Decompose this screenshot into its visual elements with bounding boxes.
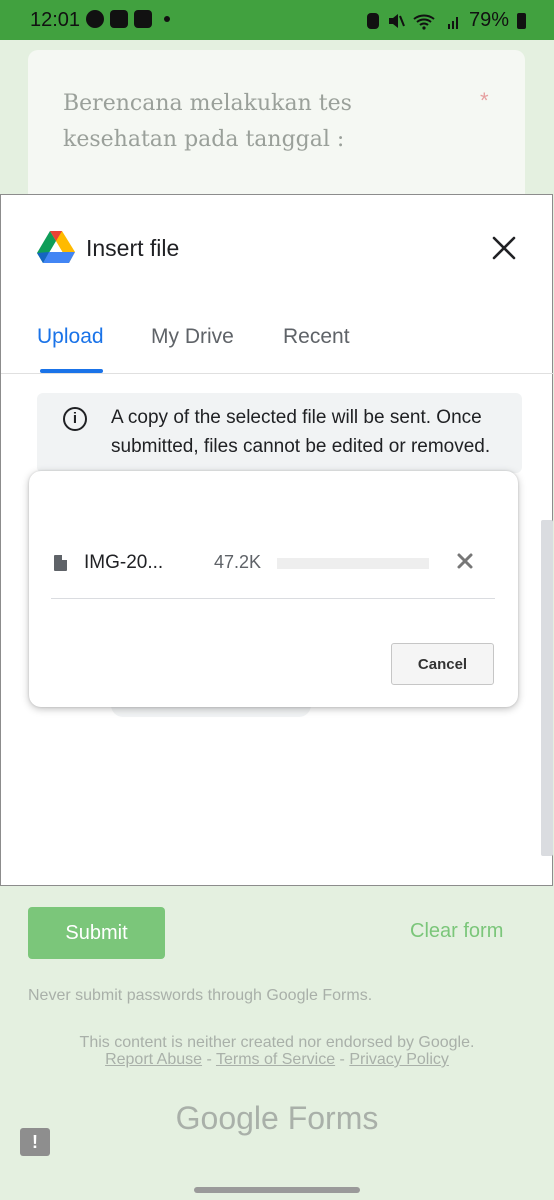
system-icons: 79% [366, 9, 526, 32]
submit-button[interactable]: Submit [28, 907, 165, 959]
link-separator: - [335, 1051, 350, 1068]
battery-icon [517, 12, 526, 29]
close-icon[interactable] [489, 233, 519, 263]
terms-of-service-link[interactable]: Terms of Service [216, 1051, 335, 1068]
privacy-policy-link[interactable]: Privacy Policy [349, 1051, 449, 1068]
home-indicator[interactable] [194, 1187, 360, 1193]
notification-dot-icon [164, 16, 170, 22]
mute-icon [388, 13, 405, 28]
google-forms-logo: Google Forms [175, 1100, 379, 1136]
info-banner: i A copy of the selected file will be se… [37, 393, 522, 473]
wifi-icon [413, 14, 435, 30]
dialog-tabs: Upload My Drive Recent [1, 319, 554, 373]
tab-my-drive[interactable]: My Drive [151, 325, 234, 349]
info-text: A copy of the selected file will be sent… [111, 407, 491, 457]
tabs-divider [1, 373, 554, 374]
tab-recent[interactable]: Recent [283, 325, 350, 349]
messenger-icon [86, 10, 104, 28]
file-icon [54, 555, 67, 571]
popup-divider [51, 598, 495, 599]
calendar-icon [134, 10, 152, 28]
status-bar: 12:01 79% [0, 0, 554, 40]
notification-icons [86, 10, 170, 28]
info-icon: i [63, 407, 87, 431]
battery-percent: 79% [468, 9, 509, 31]
battery-saver-icon [366, 12, 379, 29]
dialog-title: Insert file [86, 235, 180, 261]
remove-file-icon[interactable] [455, 551, 475, 571]
question-text: Berencana melakukan tes kesehatan pada t… [63, 91, 352, 152]
required-asterisk: * [480, 88, 489, 113]
google-drive-icon [37, 231, 75, 263]
file-name: IMG-20... [84, 552, 164, 573]
tab-upload[interactable]: Upload [37, 325, 104, 349]
report-abuse-link[interactable]: Report Abuse [105, 1051, 202, 1068]
password-warning: Never submit passwords through Google Fo… [28, 987, 373, 1004]
cancel-button[interactable]: Cancel [391, 643, 494, 685]
scrollbar[interactable] [541, 520, 553, 856]
footer-links: Report Abuse - Terms of Service - Privac… [0, 1051, 554, 1069]
signal-icon [447, 16, 458, 29]
upload-progress-bar [277, 558, 429, 569]
feedback-icon[interactable]: ! [20, 1128, 50, 1156]
file-size: 47.2K [214, 552, 262, 572]
clear-form-button[interactable]: Clear form [410, 920, 503, 943]
status-time: 12:01 [30, 9, 81, 31]
gallery-icon [110, 10, 128, 28]
upload-progress-popup: IMG-20... 47.2K Cancel [29, 471, 518, 707]
link-separator: - [202, 1051, 216, 1068]
